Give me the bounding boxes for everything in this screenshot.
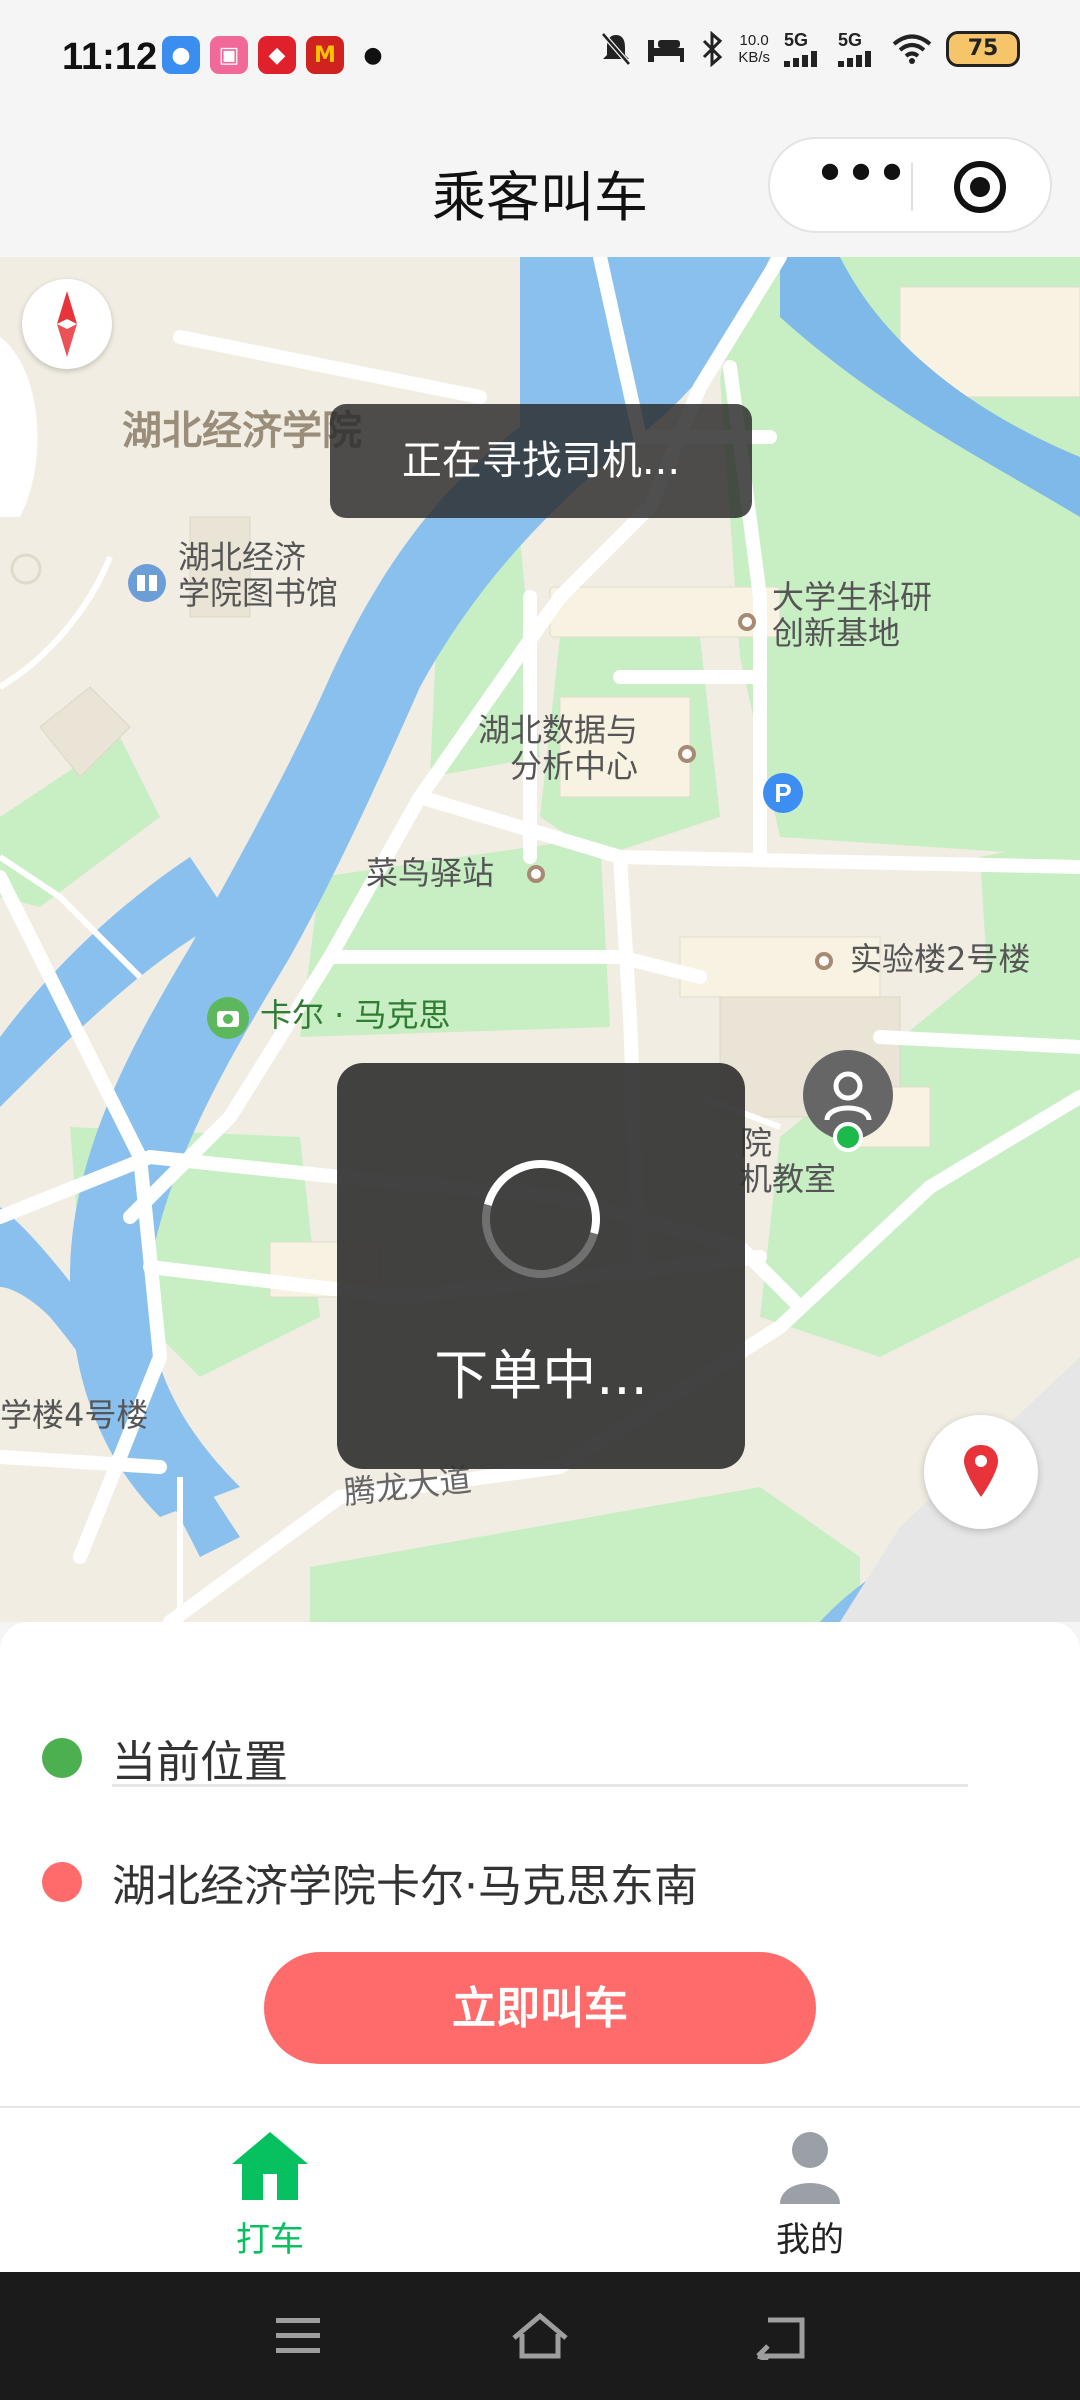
user-icon xyxy=(780,2132,840,2204)
destination-dot-icon xyxy=(42,1862,82,1902)
signal-bars-icon xyxy=(838,51,871,67)
start-location-text: 当前位置 xyxy=(112,1737,288,1788)
status-bar: 11:12 ● ▣ ◆ M ● 10.0 KB/s 5G 5G 75 xyxy=(0,0,1080,115)
location-pin-icon xyxy=(964,1445,998,1497)
tab-ride[interactable]: 打车 xyxy=(0,2108,540,2272)
miniprogram-capsule: ••• xyxy=(768,137,1052,233)
checker-app-icon: ◆ xyxy=(258,36,296,74)
loading-modal: 下单中... xyxy=(337,1063,745,1469)
sleep-mode-icon xyxy=(648,39,685,62)
poi-dot-icon[interactable] xyxy=(813,950,835,972)
poi-dot-icon[interactable] xyxy=(736,611,758,633)
battery-indicator: 75 xyxy=(946,30,1020,67)
tab-ride-label: 打车 xyxy=(236,2220,304,2260)
map-label-data-center: 湖北数据与 分析中心 xyxy=(478,711,639,785)
start-dot-icon xyxy=(42,1738,82,1778)
signal-1: 5G xyxy=(784,30,824,67)
bilibili-icon: ▣ xyxy=(210,36,248,74)
system-status-icons: 10.0 KB/s 5G 5G 75 xyxy=(600,30,1020,67)
tab-mine[interactable]: 我的 xyxy=(540,2108,1080,2272)
top-navbar: 乘客叫车 ••• xyxy=(0,115,1080,257)
start-location-row[interactable]: 当前位置 xyxy=(42,1726,288,1790)
map-label-cainiao: 菜鸟驿站 xyxy=(366,854,495,892)
compass-icon xyxy=(57,291,77,357)
loading-text: 下单中... xyxy=(434,1344,648,1407)
map-label-innovation-base: 大学生科研 创新基地 xyxy=(772,578,933,652)
signal-2: 5G xyxy=(838,30,878,67)
address-divider xyxy=(112,1784,968,1787)
bottom-tabbar: 打车 我的 xyxy=(0,2106,1080,2272)
more-options-button[interactable]: ••• xyxy=(810,147,910,205)
parking-icon[interactable]: P xyxy=(762,772,804,814)
destination-row[interactable]: 湖北经济学院卡尔·马克思东南 xyxy=(42,1850,698,1914)
signal-bars-icon xyxy=(784,51,817,67)
poi-dot-icon[interactable] xyxy=(525,863,547,885)
library-poi-icon[interactable] xyxy=(126,562,168,604)
map-label-teaching-building: 学楼4号楼 xyxy=(0,1396,149,1434)
map-label-hbue: 湖北经济学院 xyxy=(122,408,362,454)
capsule-divider xyxy=(911,163,913,211)
close-miniprogram-button[interactable] xyxy=(954,161,1006,213)
baidu-icon: ● xyxy=(162,36,200,74)
searching-driver-toast: 正在寻找司机... xyxy=(330,404,752,518)
tab-mine-label: 我的 xyxy=(776,2220,844,2260)
notification-app-icons: ● ▣ ◆ M ● xyxy=(162,36,392,74)
compass-button[interactable] xyxy=(22,279,112,369)
home-nav-icon[interactable] xyxy=(510,2312,570,2360)
loading-spinner-icon xyxy=(460,1138,622,1300)
system-navigation-bar xyxy=(0,2272,1080,2400)
svg-text:P: P xyxy=(774,778,791,808)
wifi-icon xyxy=(892,34,932,64)
home-icon xyxy=(232,2132,308,2200)
destination-text: 湖北经济学院卡尔·马克思东南 xyxy=(112,1861,698,1912)
bluetooth-icon xyxy=(703,30,723,67)
map-view[interactable]: P 湖北经济学院 湖北经济 学院图书馆 大学生科研 创新基地 湖北数据与 分析中… xyxy=(0,257,1080,1622)
qq-penguin-icon: ● xyxy=(363,42,383,68)
net-speed: 10.0 KB/s xyxy=(738,31,770,66)
poi-dot-icon[interactable] xyxy=(676,743,698,765)
map-label-lab-building: 实验楼2号楼 xyxy=(850,940,1031,978)
map-label-library: 湖北经济 学院图书馆 xyxy=(178,538,339,612)
scenic-camera-icon[interactable] xyxy=(206,996,250,1040)
call-car-button[interactable]: 立即叫车 xyxy=(264,1952,816,2064)
mcdonalds-icon: M xyxy=(306,36,344,74)
current-location-dot xyxy=(833,1122,863,1152)
status-time: 11:12 xyxy=(62,36,158,78)
ride-request-panel: 当前位置 湖北经济学院卡尔·马克思东南 立即叫车 xyxy=(0,1622,1080,2106)
map-label-karl-marx: 卡尔 · 马克思 xyxy=(260,996,451,1034)
mute-bell-icon xyxy=(601,31,632,66)
menu-icon[interactable] xyxy=(274,2316,324,2356)
relocate-button[interactable] xyxy=(924,1415,1038,1529)
back-icon[interactable] xyxy=(754,2314,808,2360)
